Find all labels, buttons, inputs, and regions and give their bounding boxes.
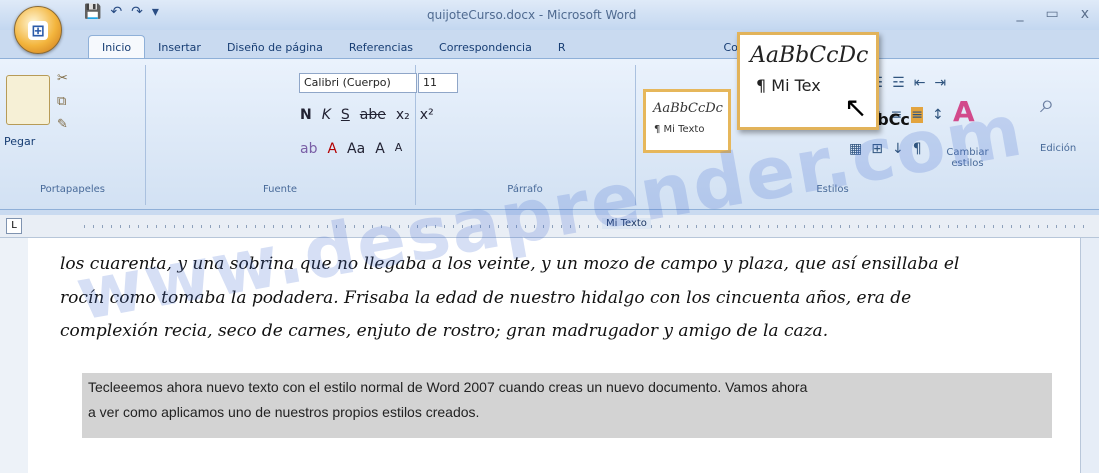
vertical-ruler	[0, 238, 29, 473]
font-row-1: N K S abe x₂ x²	[300, 107, 434, 123]
tab-insertar[interactable]: Insertar	[145, 36, 214, 58]
ruler-style-label: Mi Texto	[602, 218, 651, 229]
handwritten-line-1: los cuarenta, y una sobrina que no llega…	[60, 254, 960, 274]
copy-icon[interactable]: ⧉	[57, 94, 68, 109]
shrink-font-button[interactable]: A	[395, 141, 403, 157]
quick-access-toolbar: 💾 ↶ ↷ ▾	[84, 4, 159, 20]
tab-diseno-pagina[interactable]: Diseño de página	[214, 36, 336, 58]
paste-label: Pegar	[4, 135, 36, 148]
grow-font-button[interactable]: A	[375, 141, 385, 157]
binoculars-icon[interactable]: ⌕	[1040, 89, 1055, 120]
clipboard-group: Pegar ✂ ⧉ ✎ Portapapeles	[0, 65, 146, 205]
font-color-button[interactable]: A	[327, 141, 337, 157]
tab-correspondencia[interactable]: Correspondencia	[426, 36, 545, 58]
office-button[interactable]: ⊞	[14, 6, 62, 54]
window-controls: _ ▭ x	[1016, 6, 1089, 22]
strikethrough-button[interactable]: abe	[360, 107, 386, 123]
format-painter-icon[interactable]: ✎	[57, 117, 68, 132]
popup-preview-big: AaBbCcDc	[750, 43, 869, 68]
redo-icon[interactable]: ↷	[131, 4, 143, 20]
paragraph-group: ☰☷☲⇤⇥ ≡≡≡≡↕ ▦⊞↓¶ Párrafo	[415, 65, 946, 205]
ruler-ticks	[84, 225, 1084, 228]
ribbon-tabs: Inicio Insertar Diseño de página Referen…	[0, 30, 1099, 58]
handwritten-line-3: complexión recia, seco de carnes, enjuto…	[60, 321, 829, 341]
change-styles-label[interactable]: Cambiar estilos	[935, 147, 1000, 169]
font-name-box[interactable]: Calibri (Cuerpo)	[299, 73, 417, 93]
close-button[interactable]: x	[1081, 6, 1089, 22]
tab-revisar-partial[interactable]: R	[545, 36, 579, 58]
minimize-button[interactable]: _	[1016, 6, 1023, 22]
font-group: Calibri (Cuerpo) 11 N K S abe x₂ x² ab A…	[145, 65, 458, 205]
horizontal-ruler: L Mi Texto	[0, 215, 1099, 238]
clipboard-group-label: Portapapeles	[39, 184, 106, 195]
bold-button[interactable]: N	[300, 107, 312, 123]
font-group-label: Fuente	[262, 184, 298, 195]
save-icon[interactable]: 💾	[84, 4, 101, 20]
office-logo-icon: ⊞	[28, 20, 48, 40]
style-mi-texto[interactable]: AaBbCcDc ¶ Mi Texto	[643, 89, 731, 153]
paragraph-group-label: Párrafo	[507, 184, 543, 195]
cut-icon[interactable]: ✂	[57, 71, 68, 86]
vertical-scrollbar[interactable]	[1080, 238, 1099, 473]
tab-selector-icon[interactable]: L	[6, 218, 22, 234]
subscript-button[interactable]: x₂	[396, 107, 410, 123]
customize-qat-icon[interactable]: ▾	[152, 4, 159, 20]
normal-text-line-1: Tecleeemos ahora nuevo texto con el esti…	[88, 379, 808, 395]
mouse-cursor-icon: ↖	[844, 91, 868, 124]
italic-button[interactable]: K	[322, 107, 331, 123]
undo-icon[interactable]: ↶	[110, 4, 122, 20]
handwritten-line-2: rocín como tomaba la podadera. Frisaba l…	[60, 288, 912, 308]
window-title: quijoteCurso.docx - Microsoft Word	[427, 8, 637, 22]
style-preview-big: AaBbCcDc	[653, 101, 723, 116]
tab-referencias[interactable]: Referencias	[336, 36, 426, 58]
style-preview-label: ¶ Mi Texto	[654, 124, 705, 135]
styles-group-label: Estilos	[816, 184, 849, 195]
normal-text-line-2: a ver como aplicamos uno de nuestros pro…	[88, 404, 480, 420]
change-styles-icon[interactable]: A	[953, 95, 975, 128]
ribbon: Pegar ✂ ⧉ ✎ Portapapeles Calibri (Cuerpo…	[0, 58, 1099, 210]
underline-button[interactable]: S	[341, 107, 350, 123]
highlight-icon[interactable]: ab	[300, 141, 317, 157]
title-bar: ⊞ 💾 ↶ ↷ ▾ quijoteCurso.docx - Microsoft …	[0, 0, 1099, 54]
edit-label[interactable]: Edición	[1040, 143, 1076, 154]
style-hover-preview: AaBbCcDc ¶ Mi Tex ↖	[737, 32, 879, 130]
font-row-2: ab A Aa A A	[300, 141, 402, 157]
change-case-button[interactable]: Aa	[347, 141, 365, 157]
paste-button[interactable]	[6, 75, 50, 125]
maximize-button[interactable]: ▭	[1045, 6, 1058, 22]
clipboard-small-buttons: ✂ ⧉ ✎	[57, 71, 68, 132]
tab-inicio[interactable]: Inicio	[88, 35, 146, 58]
